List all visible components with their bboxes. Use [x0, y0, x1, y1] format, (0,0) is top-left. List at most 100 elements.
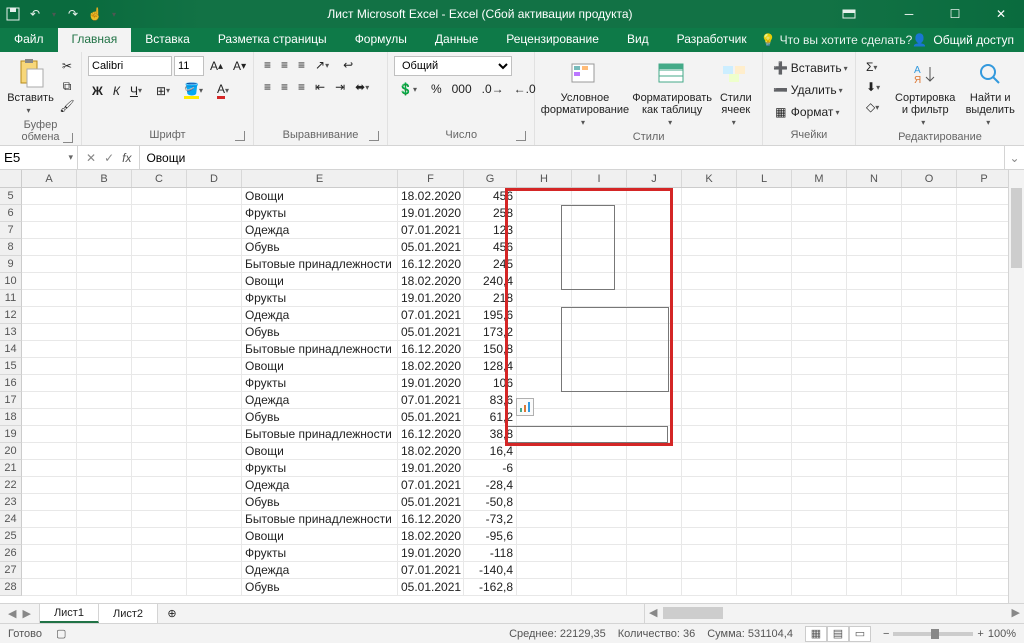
number-launcher-icon[interactable] [516, 131, 526, 141]
maximize-button[interactable]: ☐ [932, 0, 978, 28]
enter-formula-icon[interactable]: ✓ [104, 151, 114, 165]
cell[interactable] [77, 273, 132, 290]
cell[interactable]: Бытовые принадлежности [242, 256, 398, 273]
align-launcher-icon[interactable] [369, 131, 379, 141]
row-head[interactable]: 12 [0, 307, 22, 324]
cell[interactable]: 173,2 [464, 324, 517, 341]
cell[interactable] [737, 409, 792, 426]
cell[interactable] [627, 511, 682, 528]
cell-styles-button[interactable]: Стили ячеек▾ [716, 56, 756, 129]
cell[interactable] [572, 188, 627, 205]
cell[interactable] [22, 443, 77, 460]
cell[interactable]: 456 [464, 188, 517, 205]
cell[interactable] [792, 562, 847, 579]
cell[interactable] [847, 545, 902, 562]
cell[interactable] [682, 324, 737, 341]
cell[interactable] [517, 528, 572, 545]
zoom-slider[interactable] [893, 632, 973, 636]
cell[interactable]: -28,4 [464, 477, 517, 494]
cell[interactable] [22, 545, 77, 562]
col-head-F[interactable]: F [398, 170, 464, 187]
cell[interactable] [187, 341, 242, 358]
cell[interactable] [737, 579, 792, 596]
find-select-button[interactable]: Найти и выделить▾ [962, 56, 1018, 129]
cell[interactable] [627, 477, 682, 494]
cell[interactable]: 05.01.2021 [398, 409, 464, 426]
percent-icon[interactable]: % [427, 80, 446, 98]
expand-formula-icon[interactable]: ⌄ [1004, 146, 1024, 169]
cell[interactable] [737, 545, 792, 562]
cell[interactable] [902, 273, 957, 290]
format-cells-button[interactable]: ▦Формат▾ [769, 102, 848, 122]
cell[interactable] [847, 528, 902, 545]
fill-icon[interactable]: ⬇▾ [862, 78, 888, 96]
cell[interactable] [517, 579, 572, 596]
cell[interactable] [77, 188, 132, 205]
cell[interactable] [132, 375, 187, 392]
currency-icon[interactable]: 💲▾ [394, 80, 425, 98]
cell[interactable] [957, 256, 1012, 273]
cell[interactable] [132, 477, 187, 494]
cell[interactable] [902, 477, 957, 494]
cell[interactable] [957, 426, 1012, 443]
col-head-B[interactable]: B [77, 170, 132, 187]
cell[interactable] [187, 409, 242, 426]
cell[interactable]: -95,6 [464, 528, 517, 545]
cell[interactable] [792, 477, 847, 494]
cell[interactable]: 106 [464, 375, 517, 392]
cell[interactable]: 61,2 [464, 409, 517, 426]
cell[interactable] [132, 273, 187, 290]
fill-color-button[interactable]: 🪣▾ [180, 80, 211, 101]
cell[interactable]: Овощи [242, 443, 398, 460]
cell[interactable] [22, 426, 77, 443]
cell[interactable] [682, 477, 737, 494]
cell[interactable] [902, 375, 957, 392]
cell[interactable] [627, 528, 682, 545]
decrease-font-icon[interactable]: A▾ [229, 57, 250, 75]
cell[interactable] [132, 239, 187, 256]
cell[interactable] [22, 409, 77, 426]
cell[interactable] [737, 324, 792, 341]
cell[interactable] [187, 528, 242, 545]
cell[interactable]: Одежда [242, 392, 398, 409]
cell[interactable] [77, 205, 132, 222]
cell[interactable] [902, 358, 957, 375]
cell[interactable] [627, 409, 682, 426]
cell[interactable] [847, 256, 902, 273]
cell[interactable] [22, 494, 77, 511]
cell[interactable]: 18.02.2020 [398, 528, 464, 545]
cell[interactable] [517, 460, 572, 477]
tab-pagelayout[interactable]: Разметка страницы [204, 28, 341, 52]
cell[interactable] [132, 256, 187, 273]
cell[interactable] [957, 222, 1012, 239]
cell[interactable] [957, 375, 1012, 392]
cell[interactable] [737, 460, 792, 477]
cell[interactable]: 16,4 [464, 443, 517, 460]
tab-home[interactable]: Главная [58, 28, 132, 52]
cell[interactable] [847, 358, 902, 375]
cell[interactable] [22, 239, 77, 256]
undo-icon[interactable]: ↶ [28, 7, 42, 21]
cell[interactable] [572, 409, 627, 426]
col-head-E[interactable]: E [242, 170, 398, 187]
number-format-select[interactable]: Общий [394, 56, 512, 76]
bold-button[interactable]: Ж [88, 82, 107, 100]
cell[interactable] [627, 392, 682, 409]
cell[interactable]: -6 [464, 460, 517, 477]
cell[interactable] [572, 579, 627, 596]
cell[interactable] [682, 562, 737, 579]
cell[interactable] [847, 409, 902, 426]
cell[interactable]: Обувь [242, 324, 398, 341]
formula-input[interactable] [140, 146, 1004, 169]
cell[interactable] [902, 188, 957, 205]
comma-icon[interactable]: 000 [448, 80, 476, 98]
cell[interactable] [957, 273, 1012, 290]
cell[interactable] [957, 409, 1012, 426]
redo-icon[interactable]: ↷ [66, 7, 80, 21]
cell[interactable] [682, 494, 737, 511]
cell[interactable] [572, 477, 627, 494]
cell[interactable] [132, 188, 187, 205]
cell[interactable] [682, 222, 737, 239]
cell[interactable] [847, 341, 902, 358]
cell[interactable] [682, 256, 737, 273]
